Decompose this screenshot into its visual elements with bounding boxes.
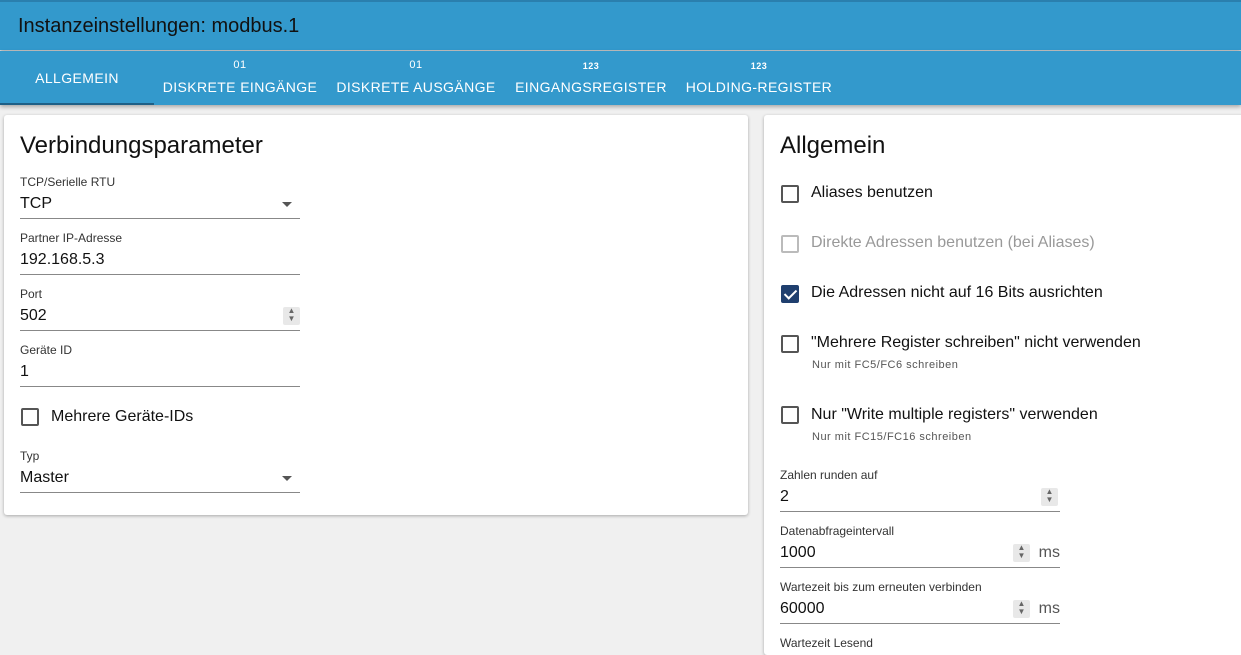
spinner-icon[interactable]: ▲ ▼ [283, 307, 300, 325]
chevron-down-icon [282, 202, 292, 207]
aliases-checkbox[interactable] [781, 185, 799, 203]
mode-label: TCP/Serielle RTU [20, 175, 116, 189]
poll-input[interactable]: 1000 ▲ ▼ ms [780, 542, 1060, 568]
spinner-icon[interactable]: ▲ ▼ [1013, 544, 1030, 562]
aliases-label: Aliases benutzen [811, 184, 933, 201]
tab-label: DISKRETE EINGÄNGE [162, 79, 318, 95]
round-input[interactable]: 2 ▲ ▼ [780, 486, 1060, 512]
no-multi-write-help: Nur mit FC5/FC6 schreiben [812, 359, 959, 371]
tab-eingangsregister[interactable]: 123 EINGANGSREGISTER [512, 51, 670, 105]
tab-label: ALLGEMEIN [35, 70, 119, 86]
port-label: Port [20, 287, 43, 301]
mode-value: TCP [20, 195, 52, 212]
poll-value: 1000 [780, 544, 816, 561]
numeric-icon: 123 [750, 61, 768, 71]
tab-bar: ALLGEMEIN 01 DISKRETE EINGÄNGE 01 DISKRE… [0, 51, 1241, 105]
reconnect-label: Wartezeit bis zum erneuten verbinden [780, 580, 982, 594]
tab-diskrete-ausgaenge[interactable]: 01 DISKRETE AUSGÄNGE [334, 51, 498, 105]
ip-label: Partner IP-Adresse [20, 231, 123, 245]
tab-holding-register[interactable]: 123 HOLDING-REGISTER [682, 51, 836, 105]
card-title: Allgemein [780, 132, 886, 159]
binary-icon: 01 [233, 59, 247, 71]
device-id-label: Geräte ID [20, 343, 73, 357]
port-input[interactable]: 502 ▲ ▼ [20, 305, 300, 331]
only-multi-write-label: Nur "Write multiple registers" verwenden [811, 406, 1098, 423]
tab-allgemein[interactable]: ALLGEMEIN [0, 51, 154, 105]
spinner-icon[interactable]: ▲ ▼ [1041, 488, 1058, 506]
poll-label: Datenabfrageintervall [780, 524, 895, 538]
read-wait-label: Wartezeit Lesend [780, 636, 873, 650]
port-value: 502 [20, 307, 47, 324]
multi-ids-label: Mehrere Geräte-IDs [51, 408, 194, 425]
no-multi-write-checkbox[interactable] [781, 335, 799, 353]
card-title: Verbindungsparameter [20, 132, 263, 159]
type-value: Master [20, 469, 69, 486]
reconnect-value: 60000 [780, 600, 825, 617]
direct-label: Direkte Adressen benutzen (bei Aliases) [811, 234, 1095, 251]
only-multi-write-checkbox[interactable] [781, 406, 799, 424]
round-value: 2 [780, 488, 789, 505]
app-header: Instanzeinstellungen: modbus.1 [0, 0, 1241, 50]
tab-label: DISKRETE AUSGÄNGE [336, 79, 496, 95]
page-title: Instanzeinstellungen: modbus.1 [18, 15, 300, 37]
spinner-icon[interactable]: ▲ ▼ [1013, 600, 1030, 618]
general-card: Allgemein Aliases benutzen Direkte Adres… [764, 115, 1241, 655]
round-label: Zahlen runden auf [780, 468, 878, 482]
direct-checkbox[interactable] [781, 235, 799, 253]
tab-label: EINGANGSREGISTER [515, 79, 667, 95]
type-label: Typ [20, 449, 40, 463]
only-multi-write-help: Nur mit FC15/FC16 schreiben [812, 431, 972, 443]
numeric-icon: 123 [582, 61, 600, 71]
tab-diskrete-eingaenge[interactable]: 01 DISKRETE EINGÄNGE [160, 51, 320, 105]
type-select[interactable]: Master [20, 467, 300, 493]
mode-select[interactable]: TCP [20, 193, 300, 219]
no-multi-write-label: "Mehrere Register schreiben" nicht verwe… [811, 334, 1141, 351]
poll-unit: ms [1038, 544, 1060, 561]
reconnect-input[interactable]: 60000 ▲ ▼ ms [780, 598, 1060, 624]
chevron-down-icon [282, 476, 292, 481]
device-id-input[interactable]: 1 [20, 361, 300, 387]
binary-icon: 01 [409, 59, 423, 71]
reconnect-unit: ms [1038, 600, 1060, 617]
no-align-checkbox[interactable] [781, 285, 799, 303]
connection-card: Verbindungsparameter TCP/Serielle RTU TC… [4, 115, 748, 515]
ip-input[interactable]: 192.168.5.3 [20, 249, 300, 275]
tab-label: HOLDING-REGISTER [685, 79, 833, 95]
multi-ids-checkbox[interactable] [21, 408, 39, 426]
no-align-label: Die Adressen nicht auf 16 Bits ausrichte… [811, 284, 1103, 301]
